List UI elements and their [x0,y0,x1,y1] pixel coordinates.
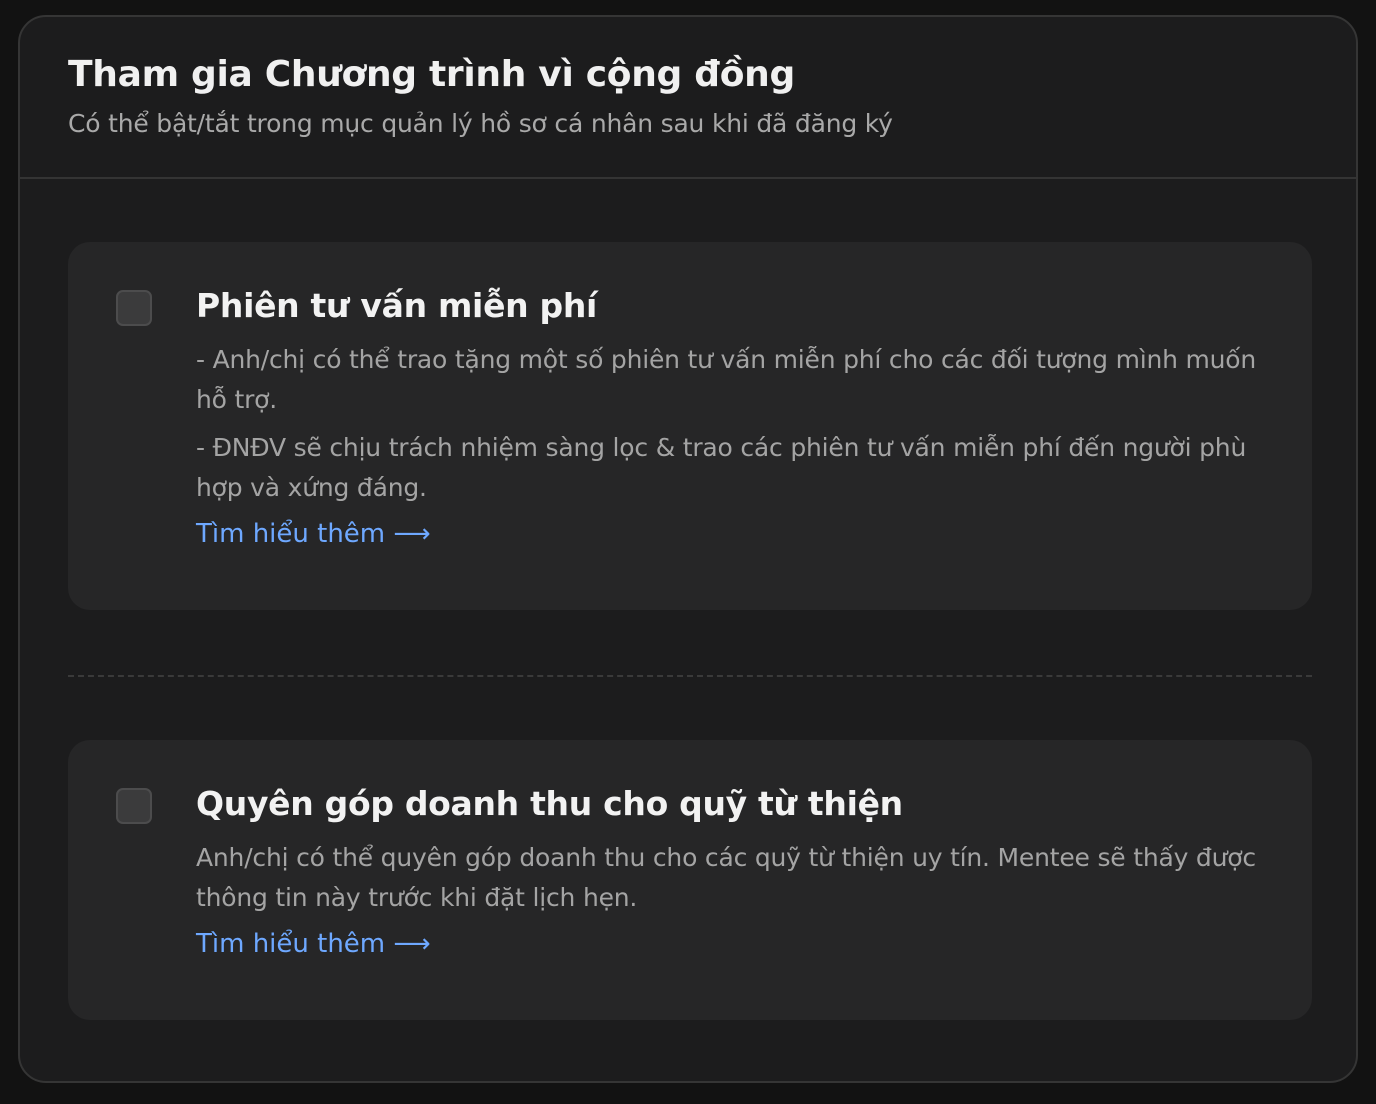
option-title: Quyên góp doanh thu cho quỹ từ thiện [196,784,903,823]
option-card-charity-donation: Quyên góp doanh thu cho quỹ từ thiện Anh… [68,740,1312,1020]
learn-more-link[interactable]: Tìm hiểu thêm ⟶ [196,924,431,964]
option-description: - Anh/chị có thể trao tặng một số phiên … [196,340,1264,508]
panel-title: Tham gia Chương trình vì cộng đồng [68,54,795,95]
community-program-panel: Tham gia Chương trình vì cộng đồng Có th… [18,15,1358,1083]
option-description-line: - ĐNĐV sẽ chịu trách nhiệm sàng lọc & tr… [196,433,1247,502]
option-description-line: Anh/chị có thể quyên góp doanh thu cho c… [196,843,1256,912]
dashed-divider [68,675,1312,677]
option-card-body: Phiên tư vấn miễn phí - Anh/chị có thể t… [196,284,1264,554]
charity-donation-checkbox[interactable] [116,788,152,824]
option-description: Anh/chị có thể quyên góp doanh thu cho c… [196,838,1264,918]
free-consultation-checkbox[interactable] [116,290,152,326]
option-card-body: Quyên góp doanh thu cho quỹ từ thiện Anh… [196,782,1264,964]
option-title: Phiên tư vấn miễn phí [196,286,598,325]
panel-header: Tham gia Chương trình vì cộng đồng Có th… [20,17,1356,179]
panel-subtitle: Có thể bật/tắt trong mục quản lý hồ sơ c… [68,109,893,138]
option-card-free-consultation: Phiên tư vấn miễn phí - Anh/chị có thể t… [68,242,1312,610]
learn-more-link[interactable]: Tìm hiểu thêm ⟶ [196,514,431,554]
option-description-line: - Anh/chị có thể trao tặng một số phiên … [196,345,1257,414]
